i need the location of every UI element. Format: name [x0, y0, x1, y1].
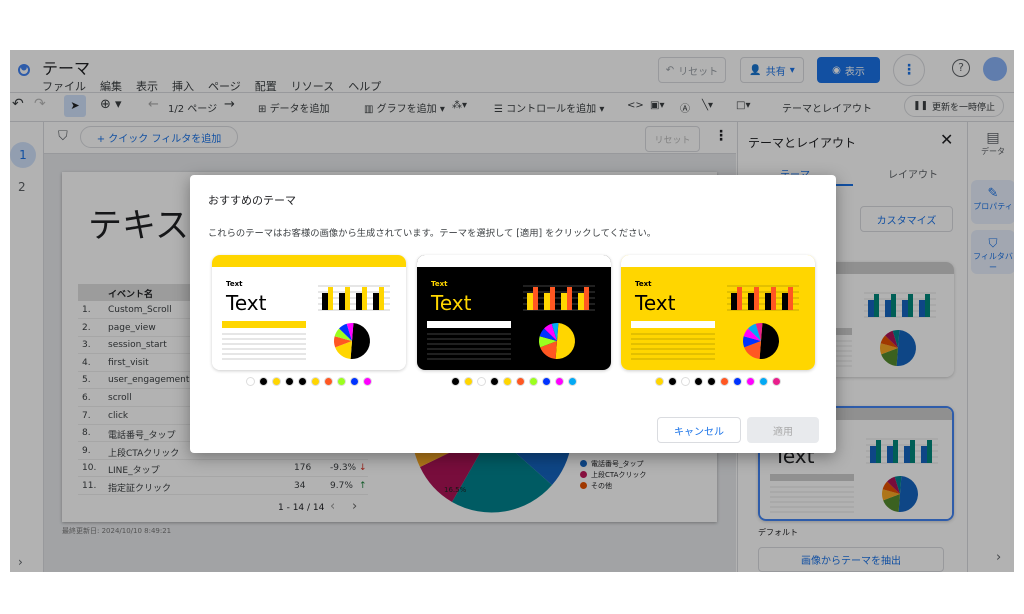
palette-swatch [567, 377, 577, 386]
palette-swatch [655, 377, 664, 386]
palette-swatch [668, 377, 677, 386]
palette-swatch [746, 377, 755, 386]
preview-bar [788, 287, 793, 310]
preview-bar [356, 293, 362, 310]
palette-swatch [350, 377, 359, 386]
palette-swatch [772, 377, 781, 386]
preview-bar [737, 287, 742, 310]
palette-swatch [337, 377, 346, 386]
preview-big-text: Text [225, 291, 267, 315]
palette-swatch [363, 377, 372, 386]
palette-swatch [298, 377, 307, 386]
cancel-button[interactable]: キャンセル [657, 417, 741, 443]
preview-lead-bar [631, 321, 715, 328]
palette-swatch [476, 377, 486, 386]
preview-bar [339, 293, 345, 310]
preview-bar [754, 287, 759, 310]
palette-swatch [450, 377, 460, 386]
palette-swatch [759, 377, 768, 386]
preview-bar [345, 287, 350, 310]
preview-small-text: Text [431, 280, 448, 288]
preview-header-strip [621, 255, 815, 267]
preview-header-strip [416, 255, 611, 267]
preview-bar [577, 293, 584, 310]
theme-card-1[interactable]: Text Text [212, 255, 406, 370]
preview-bar [379, 287, 384, 310]
theme-card-2[interactable]: Text Text [416, 255, 611, 370]
theme-preview: Text Text [416, 255, 611, 370]
preview-bar [328, 287, 333, 310]
preview-header-strip [212, 255, 406, 267]
preview-bar [583, 287, 589, 310]
palette-swatch [733, 377, 742, 386]
theme-card-3[interactable]: Text Text [621, 255, 815, 370]
palette-swatch [528, 377, 538, 386]
preview-bar [543, 293, 550, 310]
theme-preview: Text Text [212, 255, 406, 370]
preview-bar [373, 293, 379, 310]
theme-palette [621, 377, 815, 386]
preview-bar [765, 293, 771, 310]
palette-swatch [272, 377, 281, 386]
preview-lead-bar [222, 321, 306, 328]
preview-big-text: Text [430, 291, 472, 315]
recommended-themes-dialog: おすすめのテーマ これらのテーマはお客様の画像から生成されています。テーマを選択… [190, 175, 836, 453]
preview-big-text: Text [634, 291, 676, 315]
dialog-title: おすすめのテーマ [208, 194, 296, 207]
preview-bar [362, 287, 367, 310]
preview-bar [748, 293, 754, 310]
palette-swatch [246, 377, 255, 386]
palette-swatch [324, 377, 333, 386]
preview-lead-bar [426, 321, 511, 328]
preview-bar [731, 293, 737, 310]
preview-bar [526, 293, 533, 310]
palette-swatch [720, 377, 729, 386]
preview-bar [566, 287, 572, 310]
preview-small-text: Text [635, 280, 652, 288]
palette-swatch [707, 377, 716, 386]
preview-bar [322, 293, 328, 310]
preview-bar [560, 293, 567, 310]
preview-small-text: Text [226, 280, 243, 288]
palette-swatch [285, 377, 294, 386]
palette-swatch [311, 377, 320, 386]
preview-bar [549, 287, 555, 310]
preview-bar [532, 287, 538, 310]
theme-palette [417, 377, 611, 386]
palette-swatch [515, 377, 525, 386]
palette-swatch [681, 377, 690, 386]
palette-swatch [489, 377, 499, 386]
theme-palette [212, 377, 406, 386]
palette-swatch [541, 377, 551, 386]
apply-button[interactable]: 適用 [747, 417, 819, 443]
theme-preview: Text Text [621, 255, 815, 370]
palette-swatch [463, 377, 473, 386]
dialog-description: これらのテーマはお客様の画像から生成されています。テーマを選択して [適用] を… [208, 228, 657, 239]
palette-swatch [554, 377, 564, 386]
palette-swatch [694, 377, 703, 386]
preview-bar [782, 293, 788, 310]
preview-bar [771, 287, 776, 310]
palette-swatch [502, 377, 512, 386]
palette-swatch [259, 377, 268, 386]
